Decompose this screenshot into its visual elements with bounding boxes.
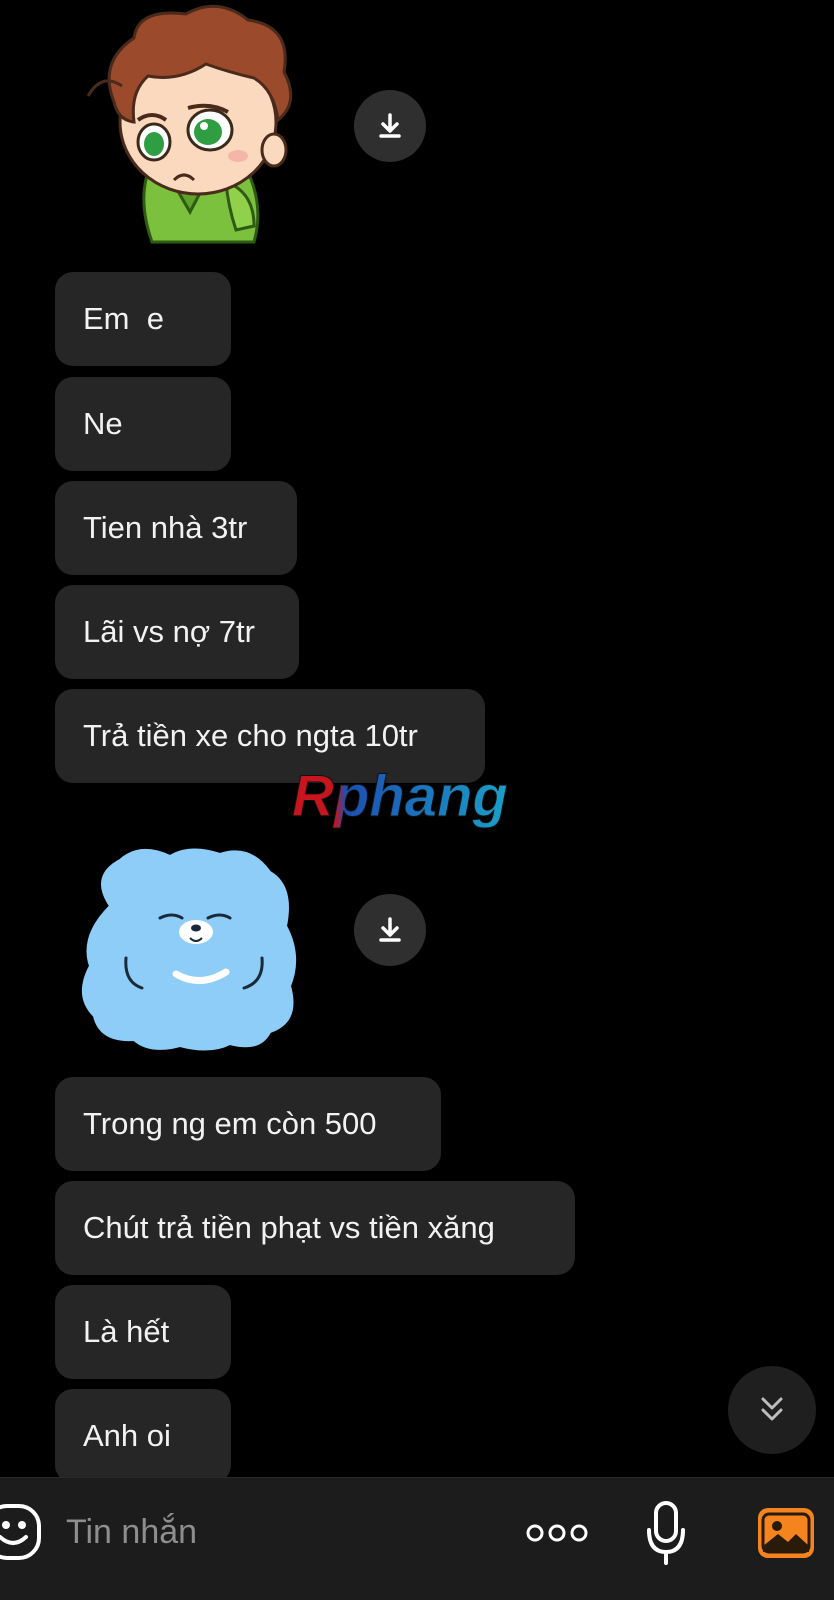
download-sticker-button[interactable] xyxy=(354,894,426,966)
scroll-to-bottom-button[interactable] xyxy=(728,1366,816,1454)
watermark-logo: Rphang xyxy=(292,766,509,830)
double-chevron-down-icon xyxy=(761,1397,783,1421)
message-bubble[interactable]: Là hết xyxy=(55,1285,231,1379)
message-composer xyxy=(0,1477,834,1600)
download-icon xyxy=(379,917,401,942)
message-bubble[interactable]: Anh oi xyxy=(55,1389,231,1483)
message-bubble[interactable]: Trong ng em còn 500 xyxy=(55,1077,441,1171)
emoji-icon[interactable] xyxy=(0,1503,42,1561)
message-text: Tien nhà 3tr xyxy=(83,510,248,545)
more-options-icon[interactable] xyxy=(526,1518,588,1548)
message-bubble[interactable]: Chút trả tiền phạt vs tiền xăng xyxy=(55,1181,575,1275)
message-text: Lãi vs nợ 7tr xyxy=(83,614,255,649)
message-input[interactable] xyxy=(66,1506,466,1558)
message-text: Chút trả tiền phạt vs tiền xăng xyxy=(83,1210,495,1245)
message-bubble[interactable]: Ne xyxy=(55,377,231,471)
message-bubble[interactable]: Lãi vs nợ 7tr xyxy=(55,585,299,679)
message-text: Là hết xyxy=(83,1314,170,1349)
download-icon xyxy=(379,113,401,138)
download-sticker-button[interactable] xyxy=(354,90,426,162)
watermark-text: Rphang xyxy=(292,766,508,829)
message-text: Anh oi xyxy=(83,1418,171,1453)
message-bubble[interactable]: Tien nhà 3tr xyxy=(55,481,297,575)
image-icon xyxy=(761,1512,811,1554)
message-text: Em e xyxy=(83,301,164,336)
message-bubble[interactable]: Em e xyxy=(55,272,231,366)
sleepy-blue-bear-sticker[interactable] xyxy=(80,846,302,1052)
microphone-icon[interactable] xyxy=(646,1500,686,1566)
message-text: Ne xyxy=(83,406,123,441)
message-text: Trong ng em còn 500 xyxy=(83,1106,377,1141)
message-text: Trả tiền xe cho ngta 10tr xyxy=(83,718,418,753)
image-picker-button[interactable] xyxy=(758,1508,814,1558)
sad-boy-sticker[interactable] xyxy=(78,2,304,248)
